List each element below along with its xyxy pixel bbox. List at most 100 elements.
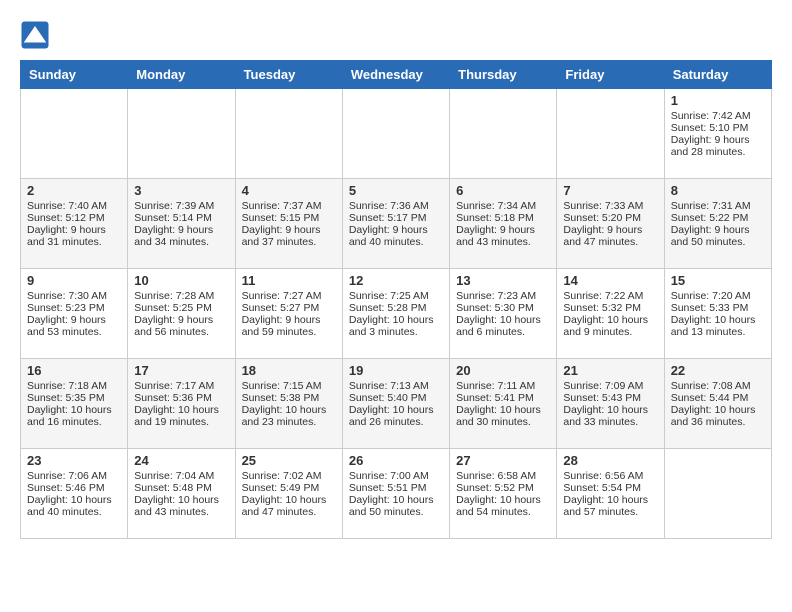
calendar-cell [21,89,128,179]
day-info: Sunset: 5:40 PM [349,392,443,404]
calendar-cell: 9Sunrise: 7:30 AMSunset: 5:23 PMDaylight… [21,269,128,359]
day-info: Sunrise: 7:11 AM [456,380,550,392]
calendar-cell: 18Sunrise: 7:15 AMSunset: 5:38 PMDayligh… [235,359,342,449]
day-info: Sunrise: 7:15 AM [242,380,336,392]
calendar-cell: 2Sunrise: 7:40 AMSunset: 5:12 PMDaylight… [21,179,128,269]
day-info: Sunset: 5:35 PM [27,392,121,404]
day-info: Sunrise: 7:31 AM [671,200,765,212]
day-info: Sunset: 5:49 PM [242,482,336,494]
calendar-cell: 24Sunrise: 7:04 AMSunset: 5:48 PMDayligh… [128,449,235,539]
day-number: 15 [671,273,765,288]
day-info: Sunset: 5:22 PM [671,212,765,224]
day-info: Daylight: 10 hours and 40 minutes. [27,494,121,518]
calendar-cell [235,89,342,179]
calendar-cell: 19 Sunrise: 7:13 AMSunset: 5:40 PMDayligh… [342,359,449,449]
calendar-header-row: SundayMondayTuesdayWednesdayThursdayFrid… [21,61,772,89]
day-number: 1 [671,93,765,108]
day-info: Sunrise: 6:58 AM [456,470,550,482]
day-info: Sunset: 5:51 PM [349,482,443,494]
day-info: Sunset: 5:23 PM [27,302,121,314]
calendar-cell: 23Sunrise: 7:06 AMSunset: 5:46 PMDayligh… [21,449,128,539]
day-info: Sunrise: 7:17 AM [134,380,228,392]
day-info: Sunrise: 7:13 AM [349,380,443,392]
day-info: Daylight: 10 hours and 23 minutes. [242,404,336,428]
day-number: 18 [242,363,336,378]
day-header-thursday: Thursday [450,61,557,89]
day-info: Sunset: 5:46 PM [27,482,121,494]
day-info: Sunset: 5:33 PM [671,302,765,314]
day-number: 19 [349,363,443,378]
calendar-cell: 8 Sunrise: 7:31 AMSunset: 5:22 PMDaylight… [664,179,771,269]
calendar-cell: 27Sunrise: 6:58 AMSunset: 5:52 PMDayligh… [450,449,557,539]
calendar-cell: 4Sunrise: 7:37 AMSunset: 5:15 PMDaylight… [235,179,342,269]
day-info: Daylight: 10 hours and 3 minutes. [349,314,443,338]
calendar-cell: 21Sunrise: 7:09 AMSunset: 5:43 PMDayligh… [557,359,664,449]
day-number: 8 [671,183,765,198]
day-info: Sunrise: 7:34 AM [456,200,550,212]
day-info: Sunrise: 7:42 AM [671,110,765,122]
day-header-sunday: Sunday [21,61,128,89]
day-number: 10 [134,273,228,288]
day-info: Sunrise: 7:00 AM [349,470,443,482]
calendar-cell: 11Sunrise: 7:27 AMSunset: 5:27 PMDayligh… [235,269,342,359]
day-info: Sunset: 5:41 PM [456,392,550,404]
calendar-cell: 22Sunrise: 7:08 AMSunset: 5:44 PMDayligh… [664,359,771,449]
day-info: Daylight: 9 hours and 56 minutes. [134,314,228,338]
day-info: Sunrise: 7:02 AM [242,470,336,482]
day-info: Daylight: 9 hours and 34 minutes. [134,224,228,248]
calendar-week-row: 23Sunrise: 7:06 AMSunset: 5:46 PMDayligh… [21,449,772,539]
calendar-cell: 5 Sunrise: 7:36 AMSunset: 5:17 PMDaylight… [342,179,449,269]
day-info: Sunset: 5:18 PM [456,212,550,224]
day-info: Sunrise: 7:18 AM [27,380,121,392]
calendar-cell: 6Sunrise: 7:34 AMSunset: 5:18 PMDaylight… [450,179,557,269]
day-info: Daylight: 9 hours and 50 minutes. [671,224,765,248]
calendar-cell: 20Sunrise: 7:11 AMSunset: 5:41 PMDayligh… [450,359,557,449]
day-info: Sunset: 5:10 PM [671,122,765,134]
day-info: Sunrise: 7:09 AM [563,380,657,392]
day-info: Sunset: 5:15 PM [242,212,336,224]
day-info: Daylight: 10 hours and 43 minutes. [134,494,228,518]
calendar-cell: 17Sunrise: 7:17 AMSunset: 5:36 PMDayligh… [128,359,235,449]
day-number: 28 [563,453,657,468]
day-info: Sunset: 5:20 PM [563,212,657,224]
day-info: Sunrise: 7:28 AM [134,290,228,302]
day-number: 16 [27,363,121,378]
calendar-cell: 12Sunrise: 7:25 AMSunset: 5:28 PMDayligh… [342,269,449,359]
day-number: 25 [242,453,336,468]
day-number: 26 [349,453,443,468]
day-number: 14 [563,273,657,288]
calendar-cell: 15Sunrise: 7:20 AMSunset: 5:33 PMDayligh… [664,269,771,359]
calendar-cell [664,449,771,539]
calendar-cell: 26Sunrise: 7:00 AMSunset: 5:51 PMDayligh… [342,449,449,539]
day-info: Daylight: 9 hours and 28 minutes. [671,134,765,158]
calendar-cell [450,89,557,179]
day-info: Daylight: 9 hours and 47 minutes. [563,224,657,248]
calendar-cell: 28Sunrise: 6:56 AMSunset: 5:54 PMDayligh… [557,449,664,539]
day-number: 6 [456,183,550,198]
day-header-friday: Friday [557,61,664,89]
day-info: Sunrise: 7:06 AM [27,470,121,482]
day-info: Sunrise: 7:23 AM [456,290,550,302]
day-header-tuesday: Tuesday [235,61,342,89]
calendar-cell [342,89,449,179]
day-info: Sunset: 5:17 PM [349,212,443,224]
day-header-saturday: Saturday [664,61,771,89]
day-info: Sunset: 5:30 PM [456,302,550,314]
day-info: Daylight: 10 hours and 47 minutes. [242,494,336,518]
day-info: Daylight: 10 hours and 54 minutes. [456,494,550,518]
day-number: 17 [134,363,228,378]
day-number: 5 [349,183,443,198]
day-number: 13 [456,273,550,288]
day-info: Daylight: 10 hours and 19 minutes. [134,404,228,428]
day-info: Sunset: 5:52 PM [456,482,550,494]
day-number: 9 [27,273,121,288]
day-info: Sunrise: 7:08 AM [671,380,765,392]
day-info: Sunrise: 7:36 AM [349,200,443,212]
day-info: Sunset: 5:28 PM [349,302,443,314]
day-info: Sunset: 5:43 PM [563,392,657,404]
calendar-week-row: 1 Sunrise: 7:42 AMSunset: 5:10 PMDaylight… [21,89,772,179]
day-info: Daylight: 10 hours and 26 minutes. [349,404,443,428]
logo [20,20,54,50]
day-info: Daylight: 9 hours and 40 minutes. [349,224,443,248]
calendar-cell: 1 Sunrise: 7:42 AMSunset: 5:10 PMDaylight… [664,89,771,179]
